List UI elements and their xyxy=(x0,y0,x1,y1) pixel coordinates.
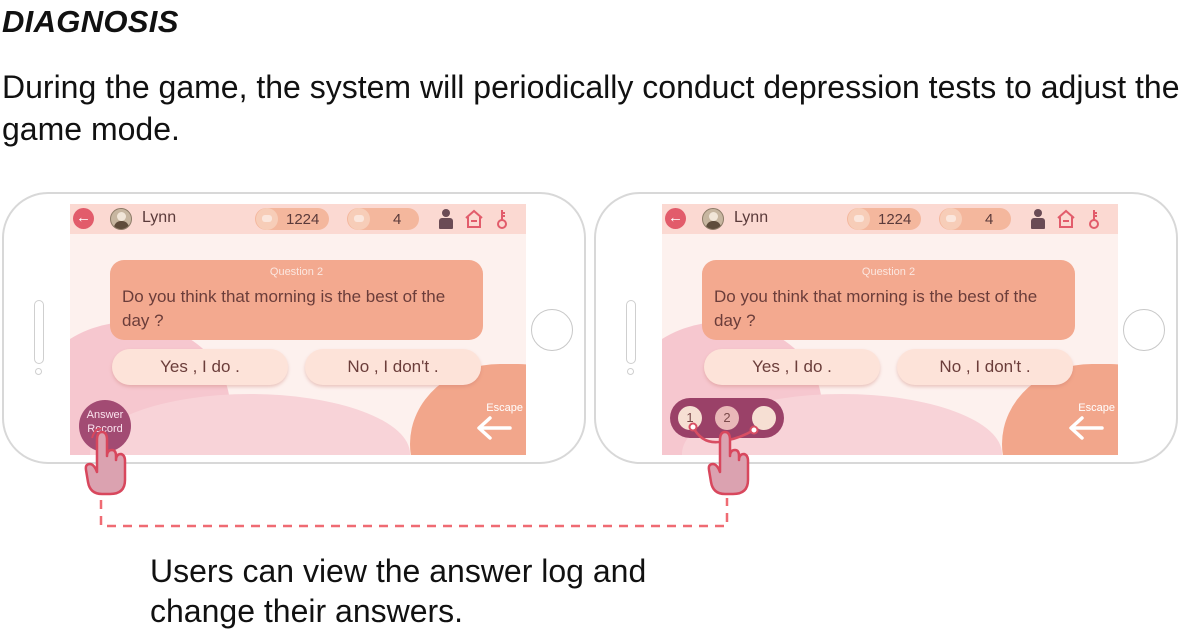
question-number: Question 2 xyxy=(269,266,324,278)
person-icon[interactable] xyxy=(1030,209,1046,229)
card-icon xyxy=(348,208,370,230)
house-icon[interactable] xyxy=(464,209,484,229)
coin-counter: 1224 xyxy=(255,208,329,230)
answer-no-button[interactable]: No , I don't . xyxy=(305,349,481,385)
answer-no-button[interactable]: No , I don't . xyxy=(897,349,1073,385)
top-bar: ← Lynn 1224 4 xyxy=(662,204,1118,234)
phone-frame-left: ← Lynn 1224 4 Question 2 Do you think th… xyxy=(2,192,586,464)
coin-counter: 1224 xyxy=(847,208,921,230)
back-arrow-icon[interactable]: ← xyxy=(665,208,686,229)
dashed-connector xyxy=(99,498,729,528)
person-icon[interactable] xyxy=(438,209,454,229)
card-counter: 4 xyxy=(347,208,419,230)
card-icon xyxy=(940,208,962,230)
back-arrow-icon[interactable]: ← xyxy=(73,208,94,229)
question-text: Do you think that morning is the best of… xyxy=(122,287,446,330)
house-icon[interactable] xyxy=(1056,209,1076,229)
coin-icon xyxy=(848,208,870,230)
page-heading: DIAGNOSIS xyxy=(2,4,179,39)
username: Lynn xyxy=(734,209,769,226)
coin-value: 1224 xyxy=(878,211,912,228)
phone-speaker xyxy=(34,300,44,364)
phone-sensor xyxy=(627,368,634,375)
answer-yes-button[interactable]: Yes , I do . xyxy=(704,349,880,385)
coin-value: 1224 xyxy=(286,211,320,228)
question-number: Question 2 xyxy=(861,266,916,278)
question-text: Do you think that morning is the best of… xyxy=(714,287,1038,330)
avatar-icon[interactable] xyxy=(702,208,724,230)
avatar-icon[interactable] xyxy=(110,208,132,230)
game-screen-left: ← Lynn 1224 4 Question 2 Do you think th… xyxy=(70,204,526,455)
phone-sensor xyxy=(35,368,42,375)
question-bubble: Question 2 Do you think that morning is … xyxy=(702,260,1075,340)
escape-label: Escape xyxy=(1078,402,1115,414)
key-icon[interactable] xyxy=(496,208,508,230)
home-button[interactable] xyxy=(531,309,573,351)
caption-text: Users can view the answer log and change… xyxy=(150,553,647,629)
question-bubble: Question 2 Do you think that morning is … xyxy=(110,260,483,340)
username: Lynn xyxy=(142,209,177,226)
home-button[interactable] xyxy=(1123,309,1165,351)
escape-arrow-icon[interactable] xyxy=(1068,416,1104,445)
escape-label: Escape xyxy=(486,402,523,414)
card-value: 4 xyxy=(985,211,994,228)
answer-yes-button[interactable]: Yes , I do . xyxy=(112,349,288,385)
top-bar: ← Lynn 1224 4 xyxy=(70,204,526,234)
card-value: 4 xyxy=(393,211,402,228)
page-description: During the game, the system will periodi… xyxy=(2,69,1179,147)
escape-arrow-icon[interactable] xyxy=(476,416,512,445)
coin-icon xyxy=(256,208,278,230)
key-icon[interactable] xyxy=(1088,208,1100,230)
phone-speaker xyxy=(626,300,636,364)
card-counter: 4 xyxy=(939,208,1011,230)
